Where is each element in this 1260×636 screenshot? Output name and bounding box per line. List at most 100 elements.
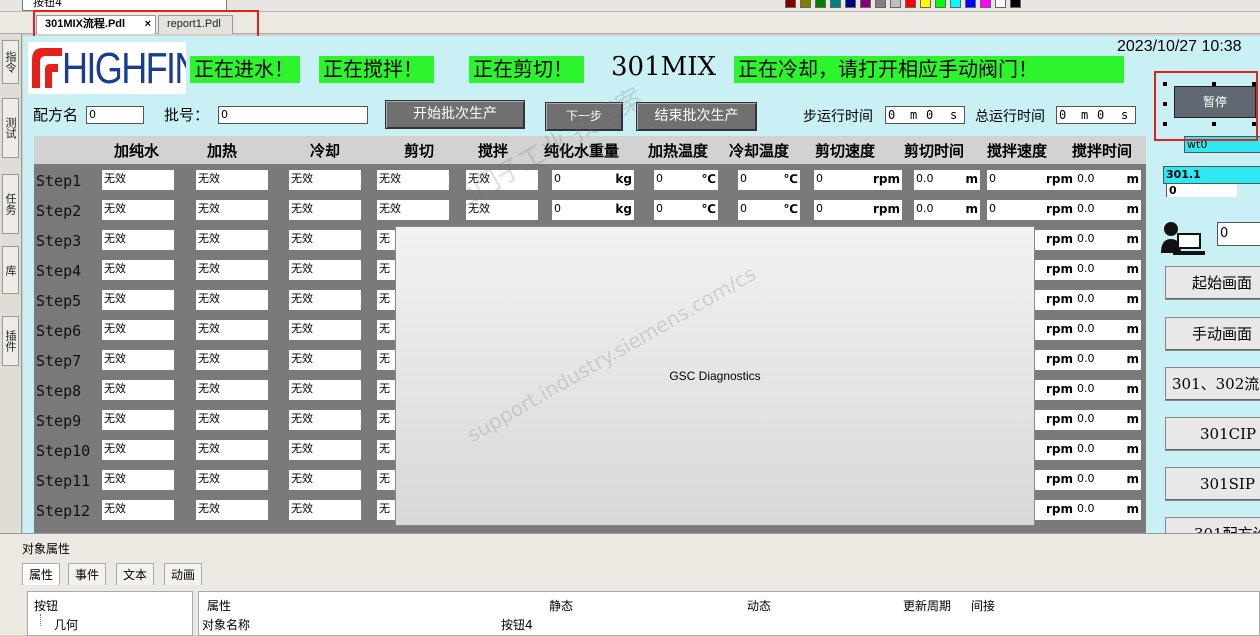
table-cell[interactable]: 无效 [196, 320, 268, 340]
table-cell[interactable]: 0 rpm [814, 200, 902, 220]
table-cell[interactable]: 无效 [196, 380, 268, 400]
tree-root[interactable]: 按钮 [34, 597, 58, 614]
nav-301-recipe-button[interactable]: 301配方设 [1165, 517, 1260, 533]
table-cell[interactable]: 无效 [196, 500, 268, 520]
table-cell[interactable]: 无效 [289, 500, 361, 520]
table-cell[interactable]: 0 kg [552, 170, 634, 190]
table-cell[interactable]: 无效 [196, 170, 268, 190]
color-swatch[interactable] [815, 0, 826, 8]
color-swatch[interactable] [905, 0, 916, 8]
table-cell[interactable]: 无效 [102, 230, 174, 250]
nav-manual-screen-button[interactable]: 手动画面 [1165, 317, 1260, 351]
color-swatch[interactable] [800, 0, 811, 8]
table-cell[interactable]: 无效 [289, 260, 361, 280]
table-cell[interactable]: 无效 [196, 290, 268, 310]
color-swatch[interactable] [1010, 0, 1021, 8]
table-cell[interactable]: 无效 [102, 260, 174, 280]
table-cell[interactable]: 0 ℃ [654, 170, 718, 190]
start-batch-button[interactable]: 开始批次生产 [385, 100, 525, 129]
table-cell[interactable]: 无效 [196, 260, 268, 280]
table-cell[interactable]: 无效 [289, 170, 361, 190]
nav-301-302-flow-button[interactable]: 301、302流 [1165, 367, 1260, 401]
user-input[interactable]: 0 [1217, 222, 1260, 246]
tab-text[interactable]: 文本 [116, 563, 155, 585]
table-cell[interactable]: 0 ℃ [654, 200, 718, 220]
color-swatch[interactable] [785, 0, 796, 8]
table-cell[interactable]: 无效 [102, 350, 174, 370]
color-swatch[interactable] [860, 0, 871, 8]
color-swatch[interactable] [830, 0, 841, 8]
color-swatch[interactable] [845, 0, 856, 8]
table-cell[interactable]: 0.0 m [1075, 380, 1141, 400]
nav-start-screen-button[interactable]: 起始画面 [1165, 266, 1260, 300]
batch-input[interactable]: 0 [218, 106, 368, 124]
tab-properties[interactable]: 属性 [22, 563, 61, 585]
table-cell[interactable]: 无效 [466, 170, 538, 190]
table-cell[interactable]: 无效 [377, 200, 449, 220]
tree-child-geometry[interactable]: 几何 [54, 616, 78, 633]
row-object-name-value[interactable]: 按钮4 [501, 616, 533, 633]
table-cell[interactable]: 0.0 m [914, 170, 980, 190]
table-cell[interactable]: 0.0 m [914, 200, 980, 220]
table-cell[interactable]: 0 ℃ [738, 200, 800, 220]
table-cell[interactable]: 无效 [102, 470, 174, 490]
table-cell[interactable]: 无效 [377, 170, 449, 190]
table-cell[interactable]: 无效 [289, 440, 361, 460]
rail-library[interactable]: 库 [2, 246, 19, 294]
table-cell[interactable]: 无效 [102, 380, 174, 400]
table-cell[interactable]: 无效 [289, 350, 361, 370]
table-cell[interactable]: 无效 [289, 290, 361, 310]
table-cell[interactable]: 无效 [289, 410, 361, 430]
table-cell[interactable]: 0.0 m [1075, 470, 1141, 490]
table-cell[interactable]: 无效 [102, 500, 174, 520]
table-cell[interactable]: 无效 [102, 170, 174, 190]
table-cell[interactable]: 无效 [289, 470, 361, 490]
table-cell[interactable]: 0.0 m [1075, 350, 1141, 370]
rail-instructions[interactable]: 指令 [2, 40, 19, 84]
table-cell[interactable]: 0 rpm [814, 170, 902, 190]
tab-events[interactable]: 事件 [68, 563, 107, 585]
color-swatch[interactable] [980, 0, 991, 8]
table-cell[interactable]: 无效 [196, 470, 268, 490]
table-cell[interactable]: 无效 [196, 350, 268, 370]
table-cell[interactable]: 0.0 m [1075, 500, 1141, 520]
table-cell[interactable]: 0.0 m [1075, 290, 1141, 310]
table-cell[interactable]: 无效 [289, 200, 361, 220]
table-cell[interactable]: 0 kg [552, 200, 634, 220]
end-batch-button[interactable]: 结束批次生产 [636, 102, 757, 131]
color-swatch[interactable] [935, 0, 946, 8]
table-cell[interactable]: 无效 [466, 200, 538, 220]
table-cell[interactable]: 0.0 m [1075, 230, 1141, 250]
table-cell[interactable]: 0 rpm [987, 170, 1075, 190]
color-swatch[interactable] [950, 0, 961, 8]
table-cell[interactable]: 0.0 m [1075, 440, 1141, 460]
table-cell[interactable]: 0 rpm [987, 200, 1075, 220]
table-cell[interactable]: 0.0 m [1075, 320, 1141, 340]
table-cell[interactable]: 无效 [289, 230, 361, 250]
next-step-button[interactable]: 下一步 [545, 102, 623, 131]
rail-plugins[interactable]: 插件 [2, 316, 19, 366]
table-cell[interactable]: 无效 [196, 440, 268, 460]
table-cell[interactable]: 无效 [102, 440, 174, 460]
table-cell[interactable]: 无效 [196, 410, 268, 430]
table-cell[interactable]: 无效 [102, 290, 174, 310]
table-cell[interactable]: 0.0 m [1075, 200, 1141, 220]
color-swatch[interactable] [875, 0, 886, 8]
table-cell[interactable]: 无效 [102, 320, 174, 340]
color-swatch[interactable] [995, 0, 1006, 8]
table-cell[interactable]: 0 ℃ [738, 170, 800, 190]
table-cell[interactable]: 无效 [102, 200, 174, 220]
table-cell[interactable]: 无效 [289, 320, 361, 340]
color-swatch[interactable] [890, 0, 901, 8]
rail-test[interactable]: 测试 [2, 98, 19, 158]
color-swatch[interactable] [965, 0, 976, 8]
table-cell[interactable]: 0.0 m [1075, 410, 1141, 430]
rail-tasks[interactable]: 任务 [2, 174, 19, 234]
table-cell[interactable]: 无效 [102, 410, 174, 430]
tab-animation[interactable]: 动画 [164, 563, 203, 585]
nav-301cip-button[interactable]: 301CIP [1165, 417, 1260, 451]
color-swatch[interactable] [920, 0, 931, 8]
table-cell[interactable]: 0.0 m [1075, 170, 1141, 190]
gsc-diagnostics-window[interactable]: GSC Diagnostics [395, 226, 1035, 526]
table-cell[interactable]: 无效 [196, 230, 268, 250]
